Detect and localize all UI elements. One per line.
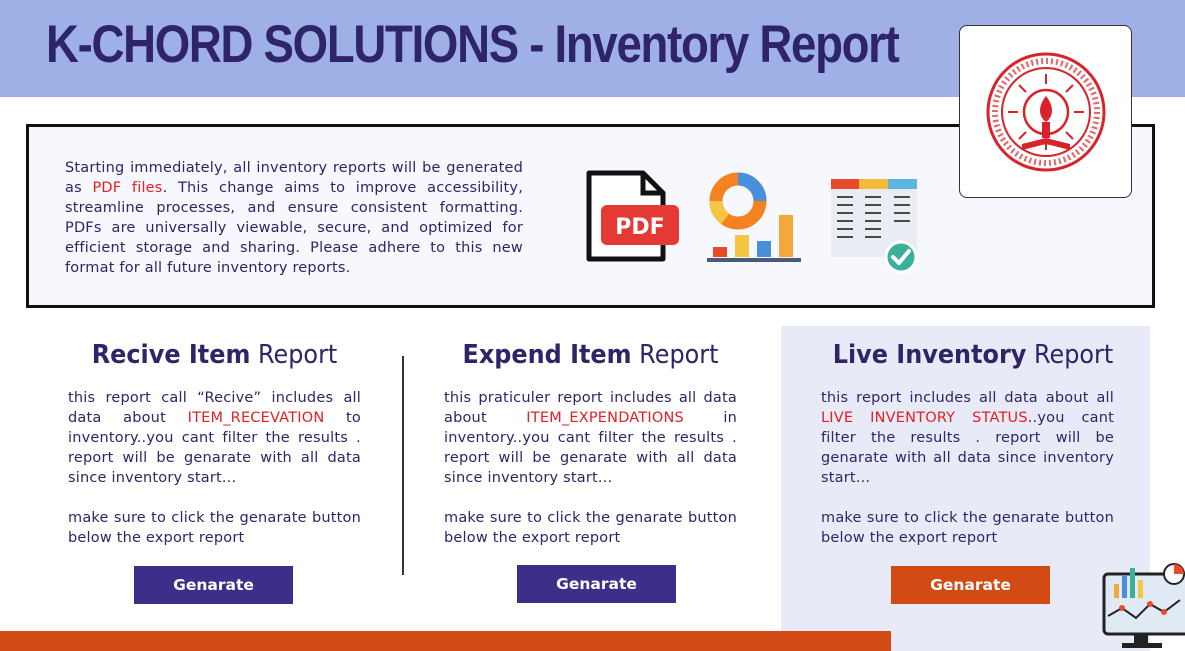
card-title-rest: Report xyxy=(1026,340,1114,370)
column-divider xyxy=(402,356,404,575)
desc-text: this report includes all data about all xyxy=(821,390,1114,406)
bottom-accent-bar xyxy=(0,631,891,651)
card-note: make sure to click the genarate button b… xyxy=(821,510,1114,546)
live-inventory-report-card: Live Inventory Report this report includ… xyxy=(821,340,1114,548)
pdf-file-icon: PDF xyxy=(586,170,679,262)
expend-item-report-card: Expend Item Report this praticuler repor… xyxy=(444,340,737,548)
card-title-bold: Recive Item xyxy=(91,340,251,370)
card-title-rest: Report xyxy=(631,340,719,370)
page-title: K-CHORD SOLUTIONS - Inventory Report xyxy=(46,15,900,74)
desc-highlight: ITEM_RECEVATION xyxy=(187,410,325,426)
card-title: Expend Item Report xyxy=(456,340,726,370)
card-title-bold: Live Inventory xyxy=(832,340,1027,370)
desc-highlight: ITEM_EXPENDATIONS xyxy=(526,410,684,426)
card-note: make sure to click the genarate button b… xyxy=(444,510,737,546)
card-title: Recive Item Report xyxy=(80,340,350,370)
monitor-analytics-icon xyxy=(1102,563,1185,648)
desc-highlight: LIVE INVENTORY STATUS xyxy=(821,410,1028,426)
card-title-rest: Report xyxy=(250,340,338,370)
expend-genarate-button[interactable]: Genarate xyxy=(517,565,676,603)
card-description: this praticuler report includes all data… xyxy=(444,388,737,548)
recive-item-report-card: Recive Item Report this report call “Rec… xyxy=(68,340,361,548)
notice-highlight: PDF files xyxy=(92,180,163,196)
card-description: this report call “Recive” includes all d… xyxy=(68,388,361,548)
card-note: make sure to click the genarate button b… xyxy=(68,510,361,546)
card-title: Live Inventory Report xyxy=(832,340,1114,370)
charts-icon xyxy=(707,172,801,262)
recive-genarate-button[interactable]: Genarate xyxy=(134,566,293,604)
notice-text: Starting immediately, all inventory repo… xyxy=(65,158,523,278)
card-description: this report includes all data about all … xyxy=(821,388,1114,548)
spreadsheet-check-icon xyxy=(831,179,918,273)
pdf-icon-label: PDF xyxy=(615,215,664,240)
live-genarate-button[interactable]: Genarate xyxy=(891,566,1050,604)
logo-emblem-icon xyxy=(986,52,1106,172)
card-title-bold: Expend Item xyxy=(462,340,632,370)
logo xyxy=(959,25,1132,198)
